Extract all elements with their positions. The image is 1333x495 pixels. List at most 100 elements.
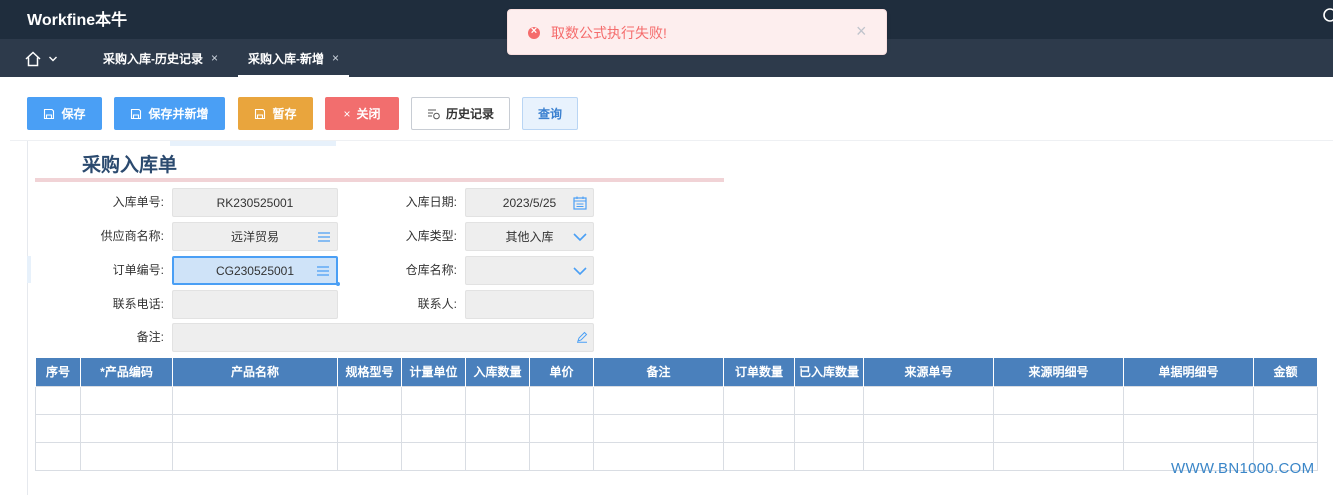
supplier-label: 供应商名称: <box>100 229 164 243</box>
table-cell[interactable] <box>1253 385 1318 415</box>
table-row[interactable] <box>35 441 1318 471</box>
save-and-new-label: 保存并新增 <box>148 107 209 121</box>
list-icon[interactable] <box>316 229 332 245</box>
col-header[interactable]: 来源单号 <box>863 358 994 386</box>
table-cell[interactable] <box>723 413 795 443</box>
table-cell[interactable] <box>794 441 864 471</box>
draft-button[interactable]: 暂存 <box>238 97 313 130</box>
table-cell[interactable] <box>172 413 338 443</box>
table-cell[interactable] <box>593 385 724 415</box>
edit-icon[interactable] <box>576 331 588 343</box>
history-button[interactable]: 历史记录 <box>411 97 510 130</box>
table-cell[interactable] <box>593 441 724 471</box>
remark-field[interactable] <box>172 323 594 352</box>
chevron-down-icon <box>573 233 587 242</box>
table-cell[interactable] <box>35 413 81 443</box>
table-cell[interactable] <box>794 385 864 415</box>
save-and-new-button[interactable]: 保存并新增 <box>114 97 225 130</box>
table-cell[interactable] <box>337 385 402 415</box>
tab-label: 采购入库-新增 <box>248 51 324 66</box>
inbound-no-field[interactable]: RK230525001 <box>172 188 338 217</box>
error-icon <box>528 25 540 39</box>
save-button[interactable]: 保存 <box>27 97 102 130</box>
save-icon <box>255 108 266 119</box>
error-toast: 取数公式执行失败! × <box>507 9 887 55</box>
table-cell[interactable] <box>337 413 402 443</box>
query-label: 查询 <box>537 107 562 121</box>
close-icon[interactable]: × <box>211 51 218 65</box>
table-cell[interactable] <box>863 441 994 471</box>
table-cell[interactable] <box>80 413 173 443</box>
table-cell[interactable] <box>863 413 994 443</box>
app-title: Workfine本牛 <box>27 12 128 29</box>
tab-purchase-history[interactable]: 采购入库-历史记录 × <box>103 39 218 77</box>
order-no-field[interactable]: CG230525001 <box>172 256 338 285</box>
col-header[interactable]: 订单数量 <box>723 358 795 386</box>
refresh-icon[interactable] <box>1322 7 1333 23</box>
table-cell[interactable] <box>465 413 530 443</box>
inbound-type-value: 其他入库 <box>505 230 554 244</box>
table-cell[interactable] <box>401 441 466 471</box>
table-cell[interactable] <box>993 413 1124 443</box>
home-tab[interactable] <box>24 48 66 70</box>
table-cell[interactable] <box>794 413 864 443</box>
table-cell[interactable] <box>529 413 594 443</box>
table-row[interactable] <box>35 413 1318 443</box>
col-header[interactable]: *产品编码 <box>80 358 173 386</box>
tab-purchase-new[interactable]: 采购入库-新增 × <box>238 39 350 77</box>
col-header[interactable]: 计量单位 <box>401 358 466 386</box>
col-header[interactable]: 产品名称 <box>172 358 338 386</box>
table-cell[interactable] <box>1123 385 1254 415</box>
col-header[interactable]: 来源明细号 <box>993 358 1124 386</box>
col-header[interactable]: 备注 <box>593 358 724 386</box>
inbound-type-label: 入库类型: <box>405 229 457 243</box>
list-icon[interactable] <box>315 263 331 279</box>
col-header[interactable]: 单价 <box>529 358 594 386</box>
table-cell[interactable] <box>723 441 795 471</box>
query-button[interactable]: 查询 <box>522 97 578 130</box>
close-icon[interactable]: × <box>332 51 339 65</box>
warehouse-label: 仓库名称: <box>405 263 457 277</box>
calendar-icon[interactable] <box>572 195 588 211</box>
contact-field[interactable] <box>465 290 594 319</box>
supplier-value: 远洋贸易 <box>230 230 279 244</box>
close-button[interactable]: × 关闭 <box>325 97 399 130</box>
col-header[interactable]: 金额 <box>1253 358 1318 386</box>
table-cell[interactable] <box>1253 413 1318 443</box>
table-cell[interactable] <box>465 441 530 471</box>
save-label: 保存 <box>61 107 86 121</box>
table-cell[interactable] <box>401 413 466 443</box>
table-cell[interactable] <box>593 413 724 443</box>
col-header[interactable]: 已入库数量 <box>794 358 864 386</box>
inbound-date-field[interactable]: 2023/5/25 <box>465 188 594 217</box>
table-cell[interactable] <box>993 385 1124 415</box>
table-cell[interactable] <box>172 441 338 471</box>
col-header[interactable]: 序号 <box>35 358 81 386</box>
table-cell[interactable] <box>337 441 402 471</box>
table-cell[interactable] <box>172 385 338 415</box>
table-cell[interactable] <box>80 385 173 415</box>
table-cell[interactable] <box>401 385 466 415</box>
col-header[interactable]: 规格型号 <box>337 358 402 386</box>
table-header-row: 序号 *产品编码 产品名称 规格型号 计量单位 入库数量 单价 备注 订单数量 … <box>35 358 1318 386</box>
supplier-field[interactable]: 远洋贸易 <box>172 222 338 251</box>
resize-handle[interactable] <box>336 282 340 286</box>
table-cell[interactable] <box>35 441 81 471</box>
col-header[interactable]: 单据明细号 <box>1123 358 1254 386</box>
table-cell[interactable] <box>723 385 795 415</box>
table-cell[interactable] <box>80 441 173 471</box>
close-icon[interactable]: × <box>856 21 867 42</box>
table-cell[interactable] <box>35 385 81 415</box>
table-cell[interactable] <box>529 441 594 471</box>
phone-field[interactable] <box>172 290 338 319</box>
table-cell[interactable] <box>863 385 994 415</box>
col-header[interactable]: 入库数量 <box>465 358 530 386</box>
warehouse-select[interactable] <box>465 256 594 285</box>
table-cell[interactable] <box>465 385 530 415</box>
table-cell[interactable] <box>993 441 1124 471</box>
toast-message: 取数公式执行失败! <box>551 25 667 41</box>
table-row[interactable] <box>35 385 1318 415</box>
inbound-type-select[interactable]: 其他入库 <box>465 222 594 251</box>
table-cell[interactable] <box>529 385 594 415</box>
table-cell[interactable] <box>1123 413 1254 443</box>
